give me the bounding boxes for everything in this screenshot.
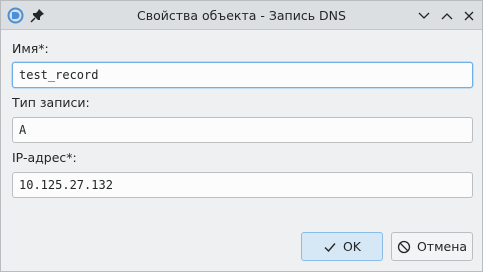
chevron-down-icon[interactable] — [415, 7, 433, 25]
ok-button-label: OK — [342, 239, 362, 254]
ip-address-input[interactable]: 10.125.27.132 — [12, 172, 473, 198]
name-input[interactable]: test_record — [12, 62, 473, 88]
chevron-up-icon[interactable] — [438, 7, 456, 25]
ip-address-label: IP-адрес*: — [12, 150, 77, 165]
ok-button[interactable]: OK — [301, 232, 383, 261]
cancel-button-label: Отмена — [416, 239, 468, 254]
cancel-icon — [397, 240, 411, 254]
window-title: Свойства объекта - Запись DNS — [137, 8, 346, 23]
record-type-field[interactable]: A — [12, 117, 473, 143]
record-type-label: Тип записи: — [12, 95, 90, 110]
checkmark-icon — [323, 240, 337, 254]
title-bar[interactable]: Свойства объекта - Запись DNS — [1, 1, 482, 30]
cancel-button[interactable]: Отмена — [391, 232, 473, 261]
close-icon[interactable] — [460, 7, 478, 25]
name-label: Имя*: — [12, 41, 49, 56]
dialog-window: Свойства объекта - Запись DNS Имя*: test… — [0, 0, 483, 272]
